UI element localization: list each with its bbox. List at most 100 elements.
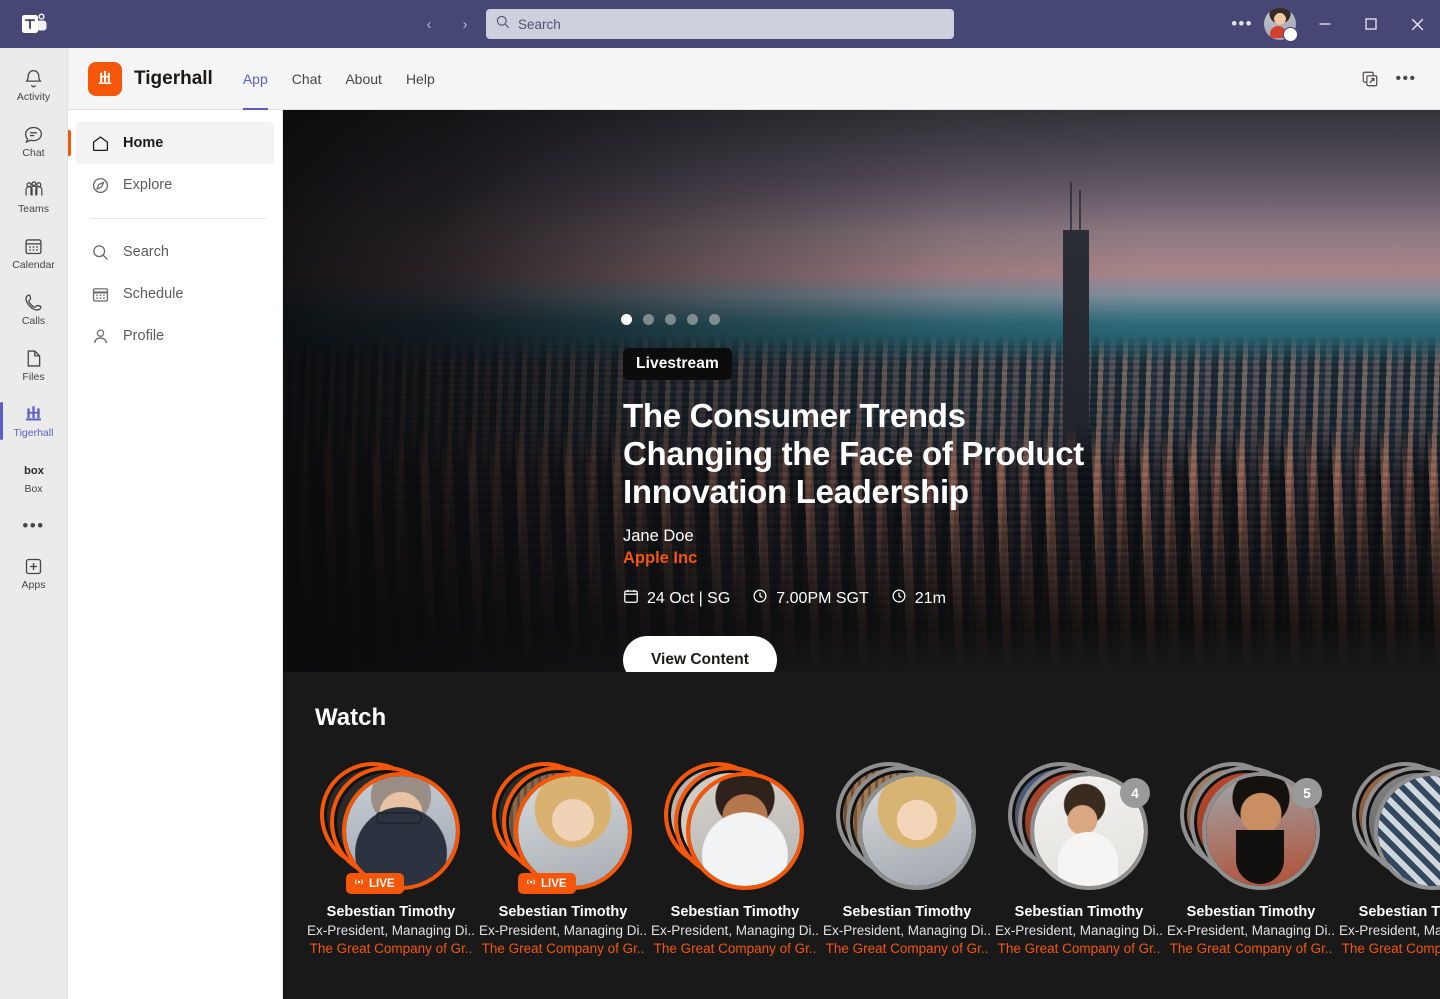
tab-about[interactable]: About [333, 48, 394, 110]
hero-author: Jane Doe [623, 527, 694, 545]
list-item-name: Sebestian Timothy [670, 904, 800, 920]
list-item-org: The Great Company of Gr.. [481, 941, 645, 956]
sidebar-label-profile: Profile [123, 328, 165, 344]
rail-label-activity: Activity [16, 91, 51, 103]
list-item-role: Ex-President, Managing Di.. [650, 923, 820, 938]
item-count-badge: 4 [1120, 778, 1150, 808]
sidebar-item-explore[interactable]: Explore [76, 164, 274, 206]
list-item-org: The Great Company of Gr.. [653, 941, 817, 956]
list-item-role: Ex-President, Managing Di.. [1166, 923, 1336, 938]
rail-item-box[interactable]: box Box [0, 450, 68, 504]
list-item-org: The Great Company of Gr.. [1341, 941, 1440, 956]
calendar-icon [90, 284, 110, 304]
list-item[interactable]: LIVE Sebestian Timothy Ex-President, Man… [477, 758, 649, 956]
hero-meta-duration-text: 21m [914, 589, 946, 607]
list-item[interactable]: Sebestian Timothy Ex-President, Managing… [649, 758, 821, 956]
list-item[interactable]: LIVE Sebestian Timothy Ex-President, Man… [305, 758, 477, 956]
broadcast-icon [353, 877, 365, 890]
back-button[interactable]: ‹ [415, 10, 443, 38]
rail-item-calendar[interactable]: Calendar [0, 226, 68, 280]
list-item[interactable]: Sebestian Timothy Ex-President, Managing… [1337, 758, 1440, 956]
avatar-stack: LIVE [488, 758, 638, 898]
tigerhall-icon [23, 403, 44, 425]
tab-app[interactable]: App [231, 48, 280, 110]
list-item-name: Sebestian Timothy [1186, 904, 1316, 920]
app-header-actions: ••• [1354, 63, 1440, 95]
rail-item-activity[interactable]: Activity [0, 58, 68, 112]
plus-square-icon [23, 555, 44, 577]
app-more-button[interactable]: ••• [1390, 63, 1422, 95]
rail-label-chat: Chat [22, 147, 45, 159]
avatar-stack [660, 758, 810, 898]
sidebar-item-search[interactable]: Search [76, 231, 274, 273]
avatar-stack [832, 758, 982, 898]
person-icon [90, 326, 110, 346]
item-count-badge: 5 [1292, 778, 1322, 808]
avatar-stack: 5 [1176, 758, 1326, 898]
tab-help[interactable]: Help [394, 48, 447, 110]
list-item-role: Ex-President, Managing Di.. [1338, 923, 1440, 938]
search-icon [90, 242, 110, 262]
history-nav: ‹ › [415, 0, 479, 48]
home-icon [90, 133, 110, 153]
carousel-dot-3[interactable] [665, 314, 676, 325]
list-item[interactable]: 4 Sebestian Timothy Ex-President, Managi… [993, 758, 1165, 956]
rail-label-files: Files [22, 371, 45, 383]
page-title: Tigerhall [134, 67, 213, 89]
rail-label-tigerhall: Tigerhall [13, 427, 54, 439]
rail-overflow-button[interactable]: ••• [22, 506, 44, 546]
list-item-role: Ex-President, Managing Di.. [822, 923, 992, 938]
hero-carousel: Livestream The Consumer Trends Changing … [283, 110, 1440, 672]
search-icon [496, 15, 510, 34]
live-label: LIVE [369, 877, 395, 890]
hero-content: Livestream The Consumer Trends Changing … [623, 348, 1263, 672]
carousel-dot-2[interactable] [643, 314, 654, 325]
maximize-button[interactable] [1348, 0, 1394, 48]
hero-meta-time-text: 7.00PM SGT [776, 589, 869, 607]
sidebar-label-search: Search [123, 244, 169, 260]
sidebar-label-explore: Explore [123, 177, 173, 193]
titlebar-more-button[interactable]: ••• [1224, 0, 1260, 48]
forward-button[interactable]: › [451, 10, 479, 38]
sidebar-item-schedule[interactable]: Schedule [76, 273, 274, 315]
carousel-dot-1[interactable] [621, 314, 632, 325]
close-button[interactable] [1394, 0, 1440, 48]
rail-item-apps[interactable]: Apps [0, 546, 68, 600]
avatar [858, 772, 976, 890]
view-content-button[interactable]: View Content [623, 636, 777, 672]
teams-people-icon [22, 179, 45, 201]
avatar[interactable] [1264, 8, 1298, 42]
list-item-name: Sebestian Timothy [326, 904, 456, 920]
minimize-button[interactable] [1302, 0, 1348, 48]
rail-item-calls[interactable]: Calls [0, 282, 68, 336]
rail-label-calls: Calls [21, 315, 46, 327]
broadcast-icon [525, 877, 537, 890]
list-item[interactable]: Sebestian Timothy Ex-President, Managing… [821, 758, 993, 956]
open-in-new-window-icon[interactable] [1354, 63, 1386, 95]
list-item[interactable]: 5 Sebestian Timothy Ex-President, Managi… [1165, 758, 1337, 956]
rail-item-chat[interactable]: Chat [0, 114, 68, 168]
app-rail: Activity Chat Teams Calendar Calls Files… [0, 48, 68, 999]
window-titlebar: ‹ › Search ••• [0, 0, 1440, 48]
hero-meta-date-text: 24 Oct | SG [647, 589, 731, 607]
watch-section: Watch LIVE Sebestian Timothy Ex-Presiden… [283, 672, 1440, 956]
sidebar-item-profile[interactable]: Profile [76, 315, 274, 357]
hero-company: Apple Inc [623, 549, 698, 567]
avatar-stack [1348, 758, 1440, 898]
rail-label-teams: Teams [18, 203, 49, 215]
titlebar-right-controls: ••• [1224, 0, 1440, 48]
sidebar-item-home[interactable]: Home [68, 122, 274, 164]
carousel-dot-4[interactable] [687, 314, 698, 325]
list-item-org: The Great Company of Gr.. [1169, 941, 1333, 956]
rail-item-teams[interactable]: Teams [0, 170, 68, 224]
calendar-icon [623, 588, 639, 609]
search-input[interactable]: Search [486, 9, 954, 39]
hero-title: The Consumer Trends Changing the Face of… [623, 397, 1084, 510]
avatar [686, 772, 804, 890]
carousel-dot-5[interactable] [709, 314, 720, 325]
phone-icon [23, 291, 44, 313]
main-content: Livestream The Consumer Trends Changing … [283, 110, 1440, 999]
rail-item-files[interactable]: Files [0, 338, 68, 392]
rail-item-tigerhall[interactable]: Tigerhall [0, 394, 68, 448]
tab-chat[interactable]: Chat [280, 48, 334, 110]
